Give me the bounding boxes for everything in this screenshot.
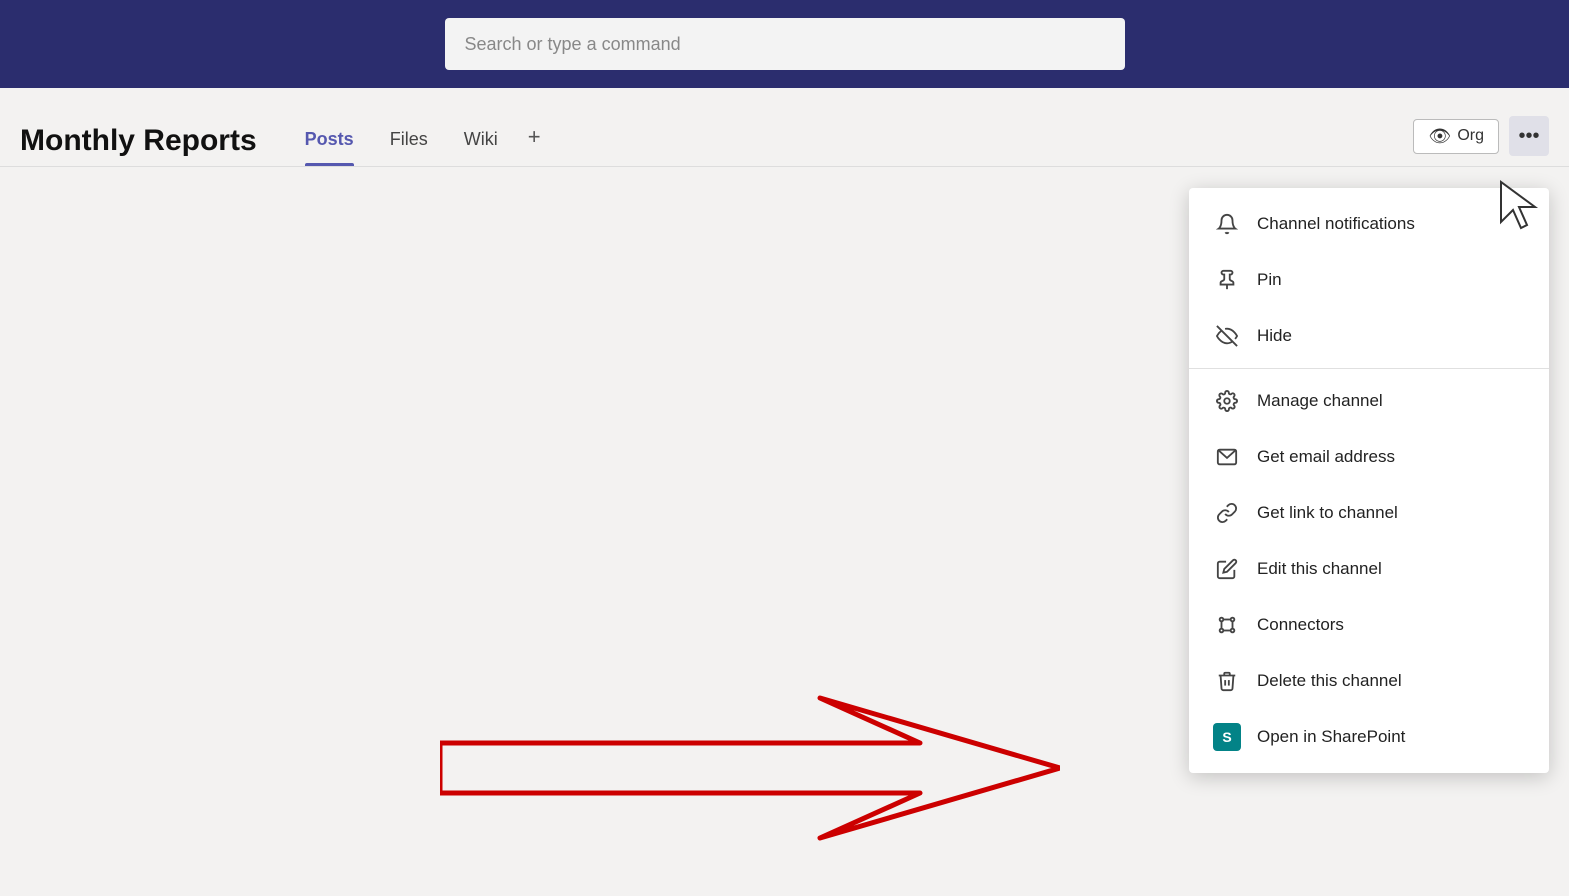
menu-label-open-sharepoint: Open in SharePoint — [1257, 727, 1405, 747]
menu-label-channel-notifications: Channel notifications — [1257, 214, 1415, 234]
menu-item-open-sharepoint[interactable]: S Open in SharePoint — [1189, 709, 1549, 765]
menu-item-get-email[interactable]: Get email address — [1189, 429, 1549, 485]
tab-files[interactable]: Files — [372, 121, 446, 166]
menu-label-manage-channel: Manage channel — [1257, 391, 1383, 411]
menu-label-get-link: Get link to channel — [1257, 503, 1398, 523]
annotation-arrow — [440, 688, 1060, 848]
menu-item-delete-channel[interactable]: Delete this channel — [1189, 653, 1549, 709]
header-actions: 👁 Org ••• — [1413, 116, 1549, 156]
divider-1 — [1189, 368, 1549, 369]
org-label: Org — [1457, 127, 1484, 145]
menu-item-hide[interactable]: Hide — [1189, 308, 1549, 364]
tab-posts[interactable]: Posts — [287, 121, 372, 166]
org-button[interactable]: 👁 Org — [1413, 119, 1499, 154]
link-icon — [1213, 499, 1241, 527]
menu-item-channel-notifications[interactable]: Channel notifications — [1189, 196, 1549, 252]
add-tab-button[interactable]: + — [516, 116, 553, 166]
menu-label-hide: Hide — [1257, 326, 1292, 346]
sharepoint-icon: S — [1213, 723, 1241, 751]
menu-item-edit-channel[interactable]: Edit this channel — [1189, 541, 1549, 597]
pin-icon — [1213, 266, 1241, 294]
topbar: Search or type a command — [0, 0, 1569, 88]
menu-label-connectors: Connectors — [1257, 615, 1344, 635]
channel-header: Monthly Reports Posts Files Wiki + 👁 Org… — [0, 88, 1569, 167]
main-content: Monthly Reports Posts Files Wiki + 👁 Org… — [0, 88, 1569, 896]
menu-item-connectors[interactable]: Connectors — [1189, 597, 1549, 653]
menu-label-pin: Pin — [1257, 270, 1282, 290]
more-icon: ••• — [1518, 125, 1539, 148]
search-input[interactable]: Search or type a command — [465, 34, 681, 55]
connectors-icon — [1213, 611, 1241, 639]
menu-item-get-link[interactable]: Get link to channel — [1189, 485, 1549, 541]
menu-label-edit-channel: Edit this channel — [1257, 559, 1382, 579]
channel-title: Monthly Reports — [20, 124, 257, 158]
context-menu: Channel notifications Pin Hide — [1189, 188, 1549, 773]
menu-label-delete-channel: Delete this channel — [1257, 671, 1402, 691]
menu-item-pin[interactable]: Pin — [1189, 252, 1549, 308]
tabs-container: Posts Files Wiki + — [287, 116, 553, 166]
menu-item-manage-channel[interactable]: Manage channel — [1189, 373, 1549, 429]
more-options-button[interactable]: ••• — [1509, 116, 1549, 156]
pencil-icon — [1213, 555, 1241, 583]
eye-icon: 👁 — [1428, 126, 1451, 147]
hide-icon — [1213, 322, 1241, 350]
trash-icon — [1213, 667, 1241, 695]
email-icon — [1213, 443, 1241, 471]
search-box[interactable]: Search or type a command — [445, 18, 1125, 70]
tab-wiki[interactable]: Wiki — [446, 121, 516, 166]
menu-label-get-email: Get email address — [1257, 447, 1395, 467]
bell-icon — [1213, 210, 1241, 238]
gear-icon — [1213, 387, 1241, 415]
